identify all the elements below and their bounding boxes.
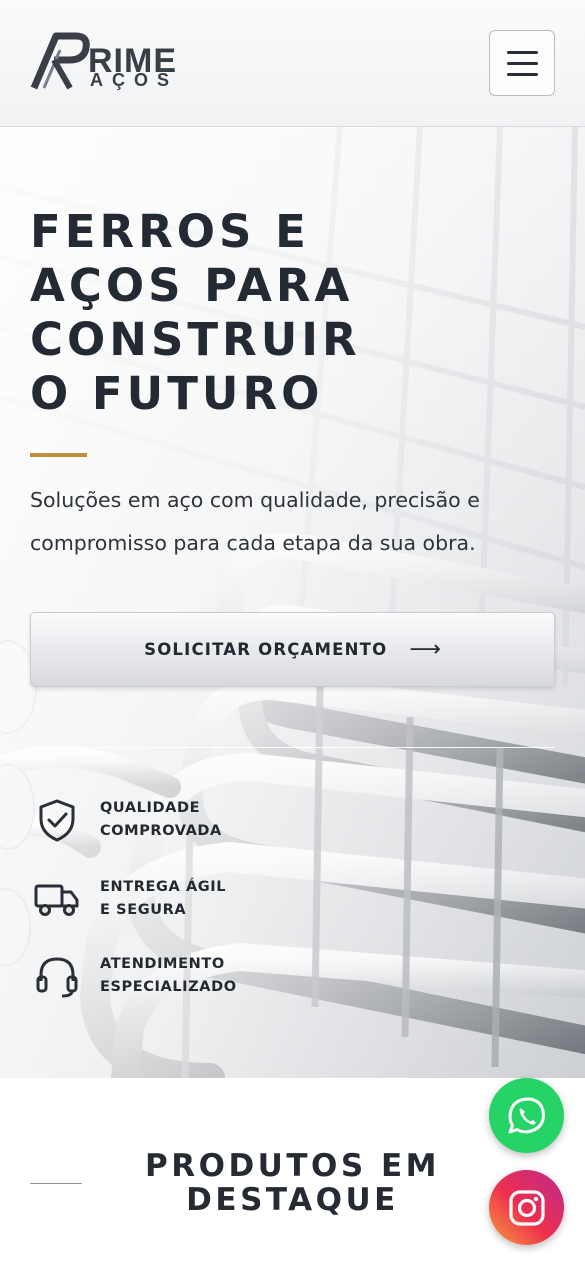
hero-title-line: O FUTURO: [30, 367, 324, 420]
headset-icon: [36, 957, 78, 998]
request-quote-button[interactable]: SOLICITAR ORÇAMENTO ⟶: [30, 612, 555, 687]
menu-button[interactable]: [489, 30, 555, 96]
section-title-line: PRODUTOS EM: [145, 1148, 440, 1184]
feature-quality: QUALIDADE COMPROVADA: [30, 795, 330, 845]
hero-title-line: CONSTRUIR: [30, 313, 361, 366]
section-title-line: DESTAQUE: [186, 1182, 399, 1218]
prime-logo-icon: [30, 32, 90, 90]
section-divider: [30, 1183, 82, 1184]
instagram-icon: [508, 1189, 545, 1226]
hero-title-line: FERROS E: [30, 205, 310, 258]
feature-label: E SEGURA: [100, 902, 187, 918]
prime-acos-logo[interactable]: RIME AÇOS: [30, 30, 210, 94]
hamburger-line: [506, 61, 538, 65]
feature-label: QUALIDADE: [100, 800, 201, 816]
arrow-right-icon: ⟶: [409, 637, 441, 662]
featured-products-title: PRODUTOS EM DESTAQUE: [105, 1149, 480, 1217]
feature-label: ATENDIMENTO: [100, 956, 225, 972]
hero-title-line: AÇOS PARA: [30, 259, 354, 312]
accent-divider: [30, 453, 87, 457]
feature-label: COMPROVADA: [100, 823, 222, 839]
hero-section: FERROS E AÇOS PARA CONSTRUIR O FUTURO So…: [0, 127, 585, 1078]
feature-support: ATENDIMENTO ESPECIALIZADO: [30, 951, 330, 1001]
site-header: RIME AÇOS: [0, 0, 585, 127]
hamburger-menu-icon: [506, 50, 538, 54]
logo-subtitle: AÇOS: [90, 70, 179, 90]
features-divider: [30, 747, 555, 748]
feature-label: ENTREGA ÁGIL: [100, 879, 227, 895]
instagram-button[interactable]: [489, 1170, 564, 1245]
hero-subtitle: Soluções em aço com qualidade, precisão …: [30, 488, 480, 555]
truck-icon: [34, 884, 79, 916]
hamburger-line: [506, 72, 538, 76]
whatsapp-button[interactable]: [489, 1078, 564, 1153]
shield-check-icon: [39, 799, 75, 842]
feature-label: ESPECIALIZADO: [100, 979, 237, 995]
whatsapp-icon: [508, 1097, 545, 1133]
hero-title: FERROS E AÇOS PARA CONSTRUIR O FUTURO: [30, 205, 450, 421]
feature-delivery: ENTREGA ÁGIL E SEGURA: [30, 874, 330, 924]
request-quote-label: SOLICITAR ORÇAMENTO: [144, 640, 388, 659]
